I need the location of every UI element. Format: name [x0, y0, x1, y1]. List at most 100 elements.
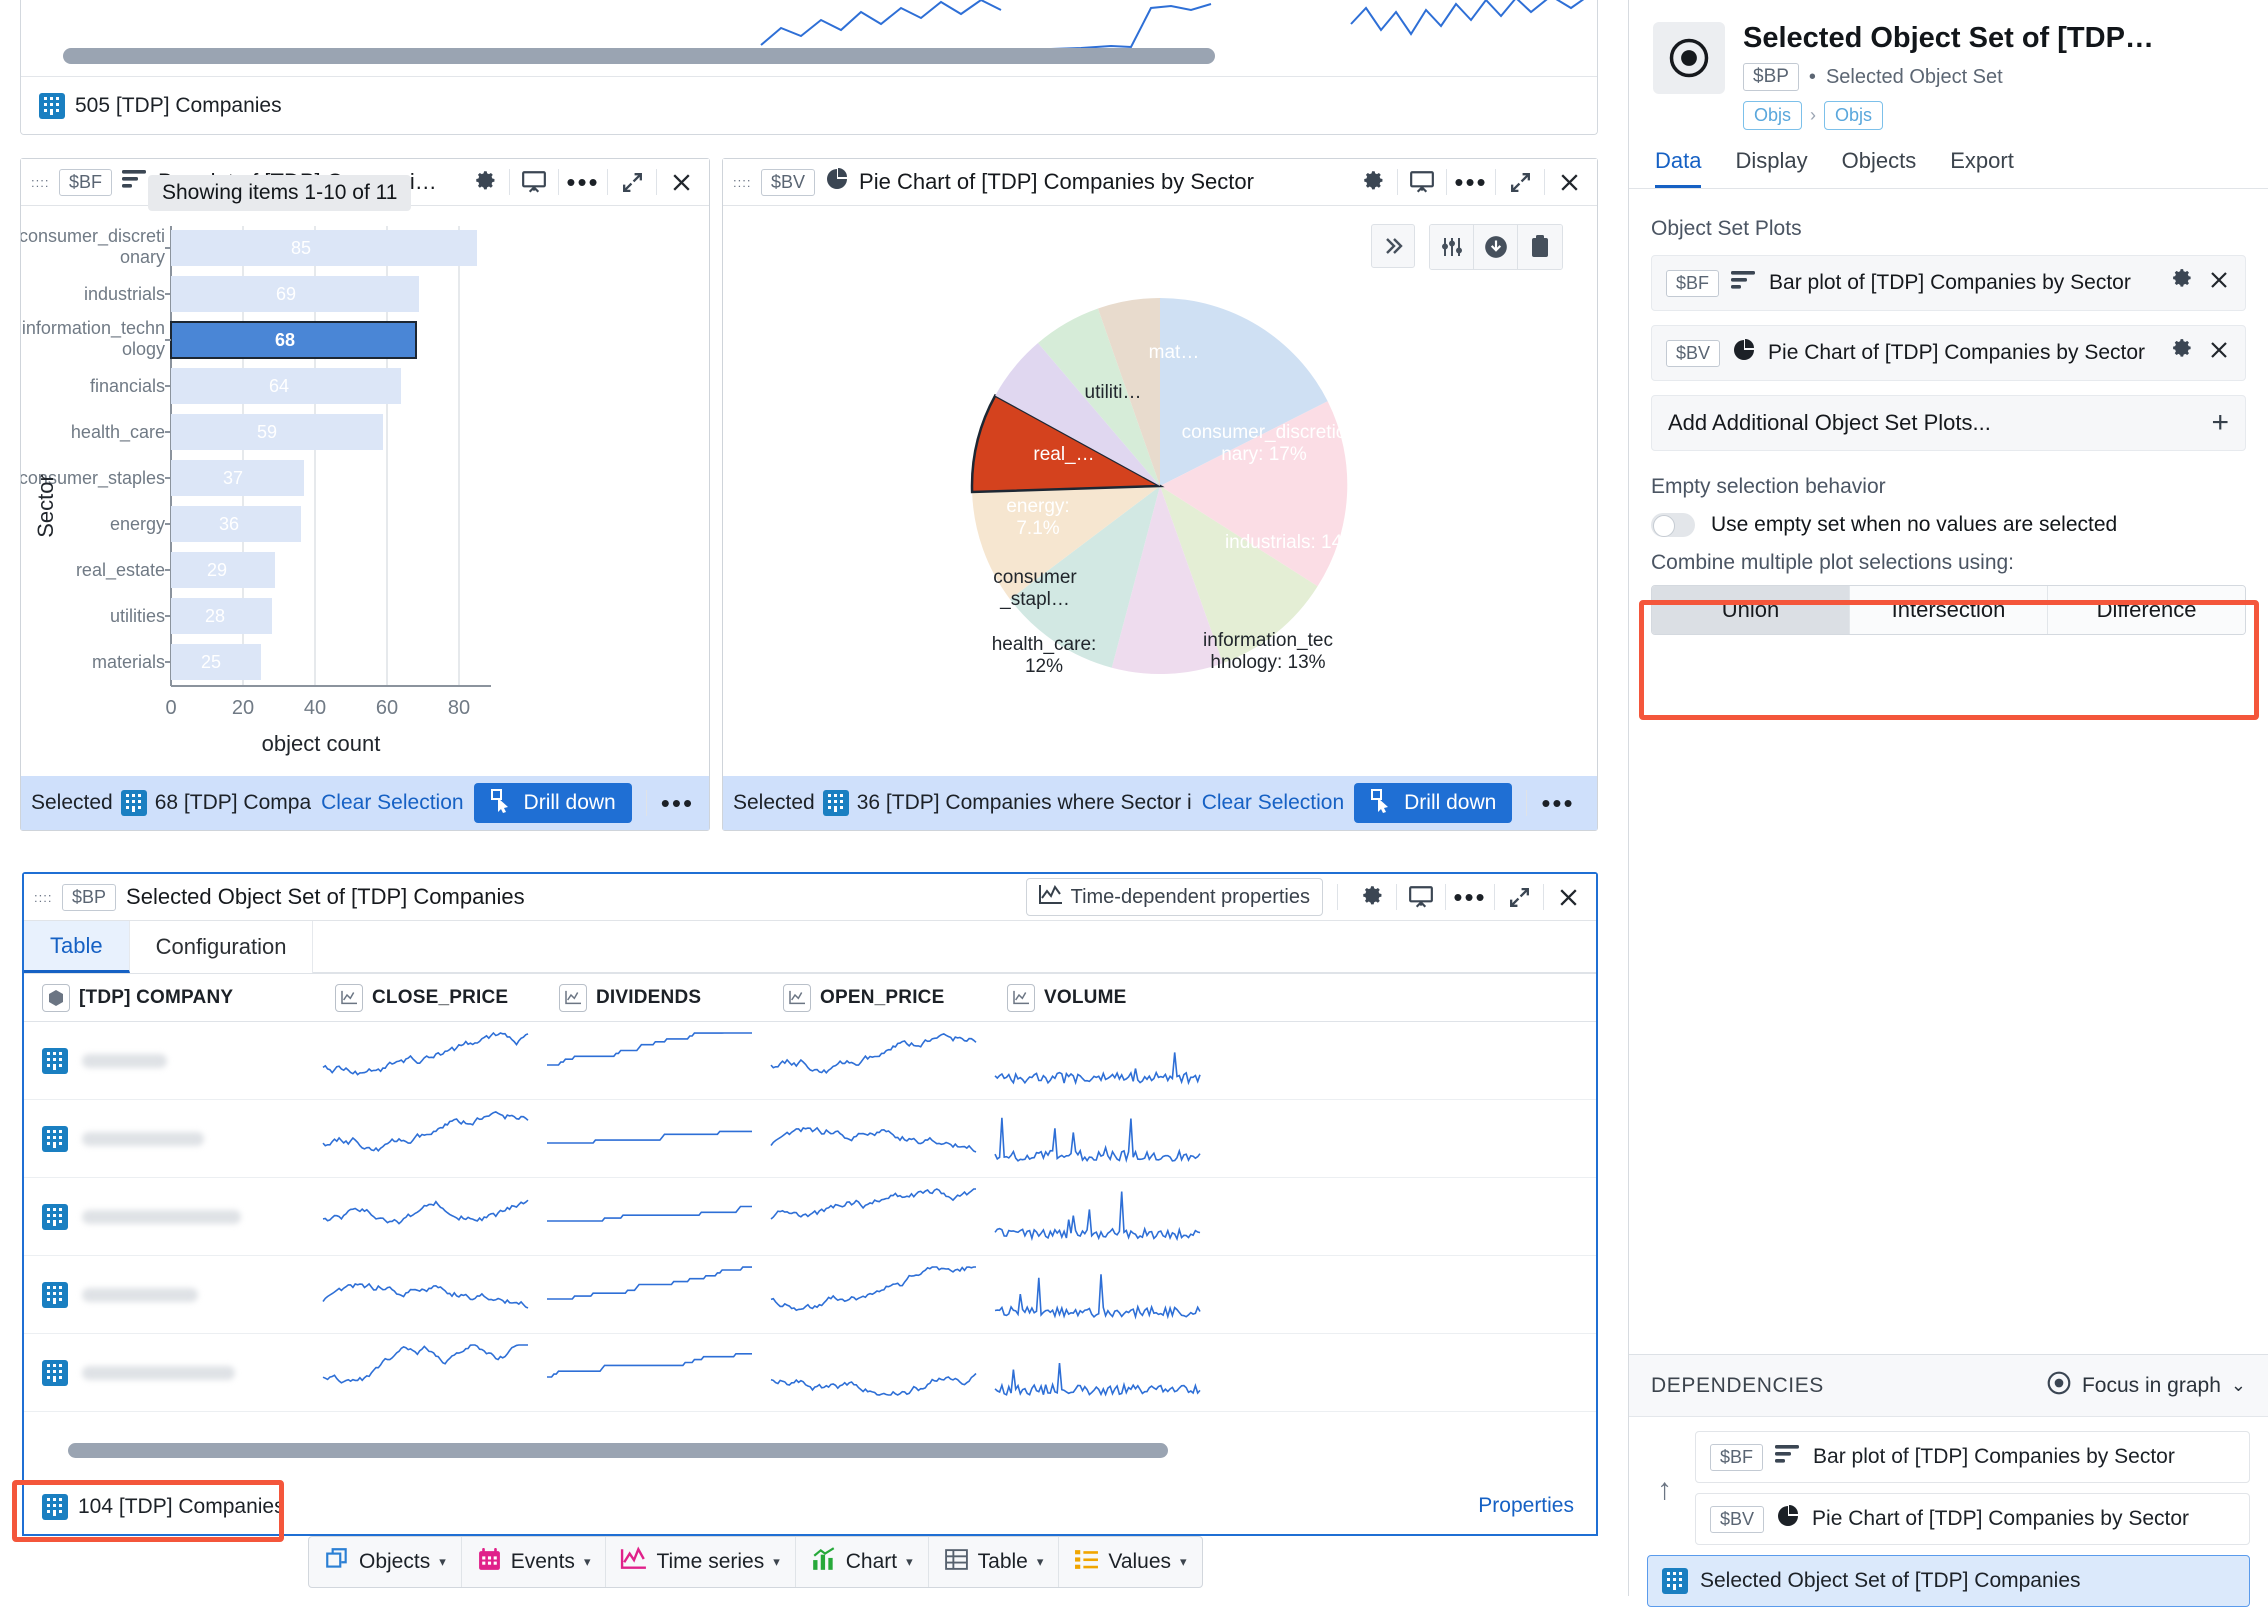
table-cell-sparkline[interactable] [317, 1263, 541, 1327]
column-header-dividends[interactable]: DIVIDENDS [541, 983, 765, 1012]
bar-clear-selection-button[interactable]: Clear Selection [321, 791, 463, 815]
toolbar-time-series[interactable]: Time series ▾ [606, 1537, 796, 1587]
table-cell-sparkline[interactable] [989, 1107, 1213, 1171]
toolbar-events[interactable]: Events ▾ [462, 1537, 607, 1587]
object-set-plot-row-pie[interactable]: $BV Pie Chart of [TDP] Companies by Sect… [1651, 325, 2246, 382]
toolbar-table[interactable]: Table ▾ [929, 1537, 1060, 1587]
column-header-company[interactable]: [TDP] COMPANY [24, 983, 317, 1012]
drag-handle-icon[interactable]: :::: [34, 891, 52, 904]
drag-handle-icon[interactable]: :::: [31, 176, 49, 189]
presentation-icon[interactable] [514, 162, 554, 202]
svg-text:industrials: industrials [84, 284, 165, 304]
drag-handle-icon[interactable]: :::: [733, 176, 751, 189]
gear-icon[interactable] [1353, 162, 1393, 202]
object-set-plot-row-bar[interactable]: $BF Bar plot of [TDP] Companies by Secto… [1651, 255, 2246, 312]
table-row[interactable] [24, 1100, 1596, 1178]
close-icon[interactable] [1549, 162, 1589, 202]
table-row[interactable] [24, 1022, 1596, 1100]
gear-icon[interactable] [2169, 337, 2195, 369]
presentation-icon[interactable] [1402, 162, 1442, 202]
status-properties-link[interactable]: Properties [1478, 1494, 1574, 1518]
pie-clear-selection-button[interactable]: Clear Selection [1202, 791, 1344, 815]
pie-drill-down-button[interactable]: Drill down [1354, 783, 1513, 823]
time-dependent-properties-chip[interactable]: Time-dependent properties [1025, 878, 1323, 916]
table-cell-sparkline[interactable] [765, 1107, 989, 1171]
bar-chart-canvas[interactable]: 85 69 68 64 59 37 36 29 28 25 consumer_d… [21, 206, 709, 776]
column-label: [TDP] COMPANY [79, 986, 234, 1008]
table-cell-sparkline[interactable] [541, 1107, 765, 1171]
dependency-row-bar-plot[interactable]: $BF Bar plot of [TDP] Companies by Secto… [1695, 1431, 2250, 1483]
expand-icon[interactable] [1500, 162, 1540, 202]
dependency-row-selected-object-set[interactable]: Selected Object Set of [TDP] Companies [1647, 1555, 2250, 1607]
table-cell-sparkline[interactable] [989, 1185, 1213, 1249]
table-cell-sparkline[interactable] [541, 1185, 765, 1249]
chevron-down-icon[interactable]: ⌄ [2231, 1375, 2246, 1396]
tab-objects[interactable]: Objects [1842, 148, 1917, 188]
close-icon[interactable] [2207, 338, 2231, 368]
objs-chip-source[interactable]: Objs [1743, 101, 1803, 131]
table-cell-sparkline[interactable] [541, 1341, 765, 1405]
pie-footer-more-icon[interactable]: ••• [1541, 788, 1574, 819]
table-row[interactable] [24, 1334, 1596, 1412]
chevrons-right-icon[interactable] [1371, 224, 1415, 268]
column-header-close-price[interactable]: CLOSE_PRICE [317, 983, 541, 1012]
tab-export[interactable]: Export [1950, 148, 2014, 188]
table-cell-sparkline[interactable] [765, 1263, 989, 1327]
more-icon[interactable]: ••• [1451, 162, 1491, 202]
table-cell-sparkline[interactable] [541, 1263, 765, 1327]
bar-drill-down-button[interactable]: Drill down [473, 783, 632, 823]
sliders-icon[interactable] [1430, 225, 1474, 269]
tab-configuration[interactable]: Configuration [130, 921, 314, 973]
table-cell-sparkline[interactable] [765, 1185, 989, 1249]
column-header-volume[interactable]: VOLUME [989, 983, 1213, 1012]
table-row[interactable] [24, 1256, 1596, 1334]
company-name-redacted [82, 1053, 167, 1068]
column-header-open-price[interactable]: OPEN_PRICE [765, 983, 989, 1012]
table-cell-sparkline[interactable] [541, 1029, 765, 1093]
horizontal-scrollbar[interactable] [63, 48, 1215, 64]
more-icon[interactable]: ••• [563, 162, 603, 202]
top-sparklines [21, 0, 1597, 52]
table-cell-sparkline[interactable] [317, 1341, 541, 1405]
focus-in-graph-button[interactable]: Focus in graph ⌄ [2046, 1370, 2246, 1402]
objs-chip-target[interactable]: Objs [1824, 101, 1884, 131]
table-horizontal-scrollbar[interactable] [68, 1443, 1168, 1458]
empty-set-toggle[interactable] [1651, 513, 1695, 538]
bar-footer-more-icon[interactable]: ••• [661, 788, 694, 819]
table-cell-sparkline[interactable] [989, 1341, 1213, 1405]
table-cell-sparkline[interactable] [317, 1029, 541, 1093]
tab-data[interactable]: Data [1655, 148, 1702, 189]
toolbar-values[interactable]: Values ▾ [1059, 1537, 1201, 1587]
table-cell-sparkline[interactable] [989, 1029, 1213, 1093]
download-icon[interactable] [1474, 225, 1518, 269]
expand-icon[interactable] [612, 162, 652, 202]
tab-display[interactable]: Display [1735, 148, 1807, 188]
add-additional-plots-button[interactable]: Add Additional Object Set Plots... + [1651, 395, 2246, 452]
expand-icon[interactable] [1499, 877, 1539, 917]
gear-icon[interactable] [1352, 877, 1392, 917]
table-cell-sparkline[interactable] [765, 1341, 989, 1405]
table-cell-sparkline[interactable] [317, 1185, 541, 1249]
toolbar-objects[interactable]: Objects ▾ [309, 1537, 462, 1587]
table-cell-sparkline[interactable] [765, 1029, 989, 1093]
close-icon[interactable] [2207, 268, 2231, 298]
gear-icon[interactable] [2169, 267, 2195, 299]
combine-option-intersection[interactable]: Intersection [1850, 586, 2048, 635]
empty-set-toggle-row[interactable]: Use empty set when no values are selecte… [1651, 513, 2246, 538]
gear-icon[interactable] [465, 162, 505, 202]
pie-chart-canvas[interactable]: consumer_discretio nary: 17% industrials… [723, 206, 1597, 776]
close-icon[interactable] [1548, 877, 1588, 917]
building-icon [42, 1281, 68, 1308]
combine-option-difference[interactable]: Difference [2048, 586, 2245, 635]
clipboard-icon[interactable] [1518, 225, 1562, 269]
toolbar-chart[interactable]: Chart ▾ [796, 1537, 929, 1587]
close-icon[interactable] [661, 162, 701, 202]
table-cell-sparkline[interactable] [317, 1107, 541, 1171]
dependency-row-pie-chart[interactable]: $BV Pie Chart of [TDP] Companies by Sect… [1695, 1493, 2250, 1545]
tab-table[interactable]: Table [24, 921, 130, 973]
table-cell-sparkline[interactable] [989, 1263, 1213, 1327]
presentation-icon[interactable] [1401, 877, 1441, 917]
combine-option-union[interactable]: Union [1652, 586, 1850, 635]
table-row[interactable] [24, 1178, 1596, 1256]
more-icon[interactable]: ••• [1450, 877, 1490, 917]
